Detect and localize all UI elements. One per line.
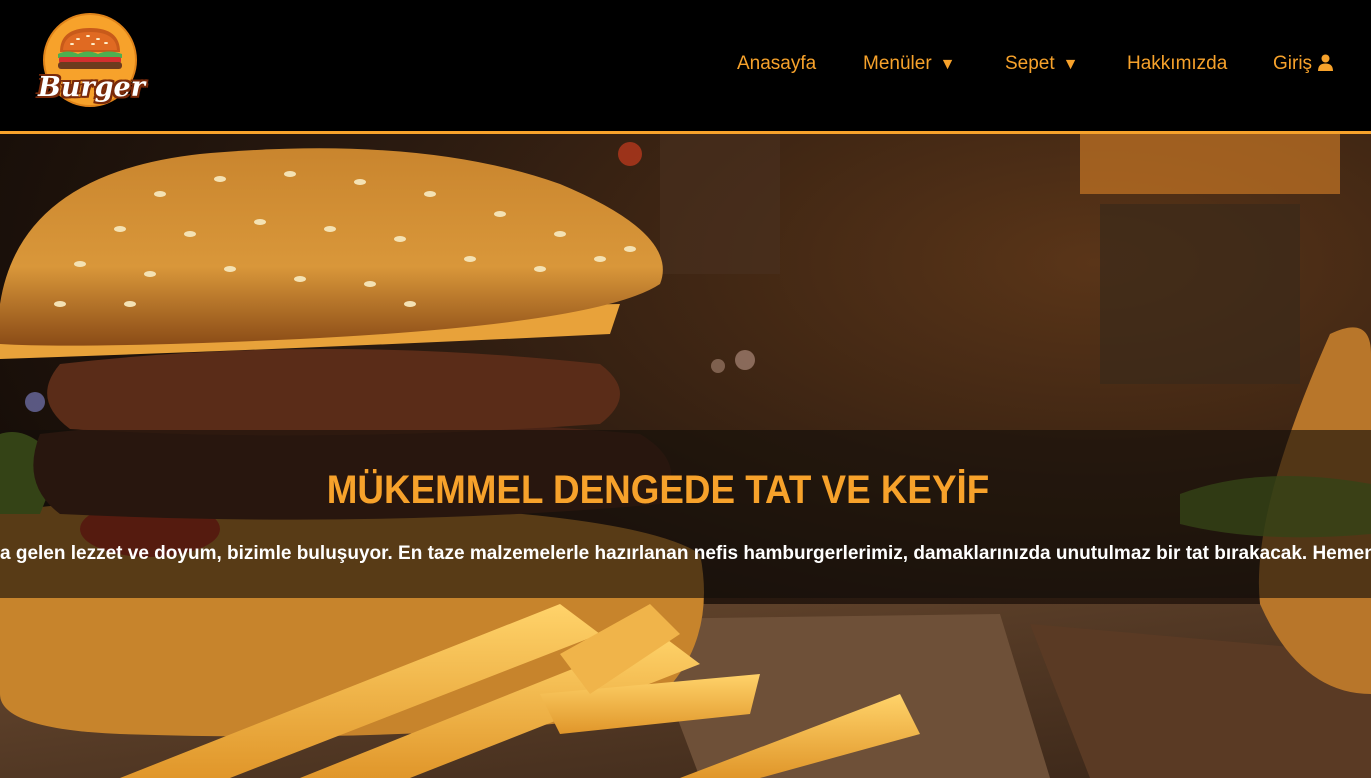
hero-title: MÜKEMMEL DENGEDE TAT VE KEYİF (326, 468, 990, 512)
hero-marquee: a gelen lezzet ve doyum, bizimle buluşuy… (0, 539, 1371, 569)
navbar: Burger Anasayfa Menüler ▼ Sepet ▼ Hakkımız… (0, 0, 1371, 134)
nav-item-menuler[interactable]: Menüler ▼ (863, 52, 956, 77)
main-nav: Anasayfa Menüler ▼ Sepet ▼ Hakkımızda Giri… (0, 52, 1371, 76)
nav-item-sepet[interactable]: Sepet ▼ (1005, 52, 1079, 77)
caret-down-icon: ▼ (939, 56, 956, 73)
hero-overlay-band (0, 430, 1371, 598)
nav-item-hakkimizda[interactable]: Hakkımızda (1127, 52, 1227, 76)
user-icon (1318, 54, 1334, 78)
caret-down-icon: ▼ (1062, 56, 1079, 73)
nav-item-giris[interactable]: Giriş (1273, 52, 1334, 78)
hero-section: MÜKEMMEL DENGEDE TAT VE KEYİF a gelen le… (0, 134, 1371, 778)
hero-marquee-text: a gelen lezzet ve doyum, bizimle buluşuy… (0, 543, 1371, 564)
nav-label: Menüler (863, 53, 932, 74)
nav-label: Giriş (1273, 53, 1313, 74)
nav-label: Hakkımızda (1127, 53, 1228, 74)
nav-label: Anasayfa (737, 53, 817, 74)
logo-text: Burger (38, 72, 145, 103)
nav-label: Sepet (1005, 53, 1055, 74)
nav-item-anasayfa[interactable]: Anasayfa (737, 52, 816, 76)
